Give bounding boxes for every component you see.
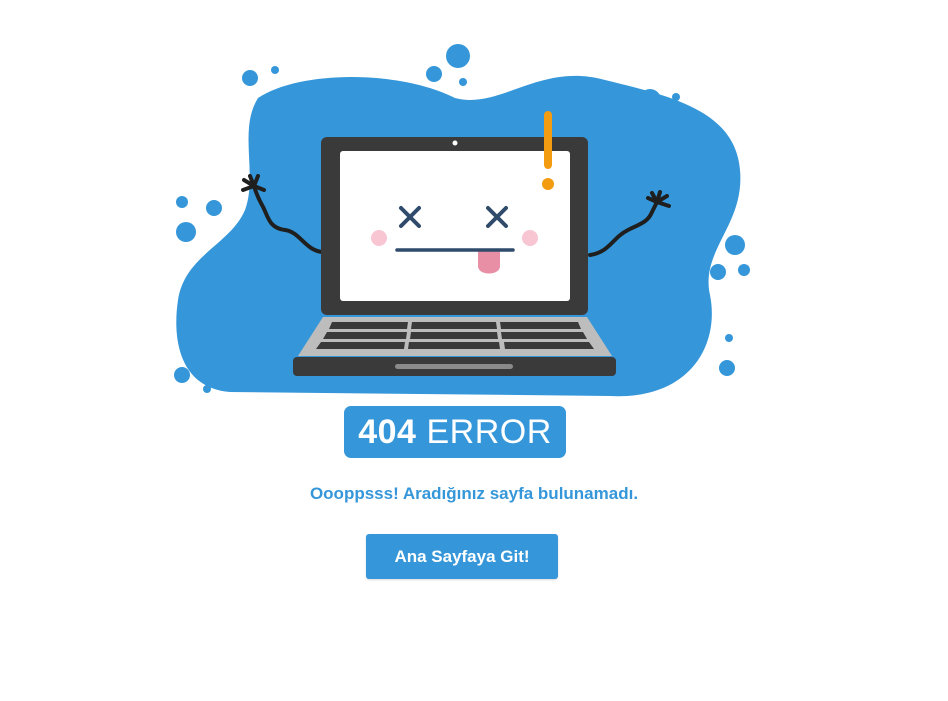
keyboard-keys [316,322,594,349]
error-word: ERROR [426,413,552,451]
left-cheek [371,230,387,246]
webcam-dot [452,140,458,146]
error-badge: 404 ERROR [344,406,566,458]
laptop-screen-display [340,151,570,301]
not-found-message: Oooppsss! Aradığınız sayfa bulunamadı. [309,484,639,503]
error-page: 404 ERROR Oooppsss! Aradığınız sayfa bul… [0,0,948,701]
right-cheek [522,230,538,246]
laptop-touchpad-notch [395,364,513,369]
error-code: 404 [358,413,417,451]
home-button[interactable]: Ana Sayfaya Git! [366,534,558,579]
broken-laptop-icon [174,44,750,397]
tongue-icon [478,250,500,274]
